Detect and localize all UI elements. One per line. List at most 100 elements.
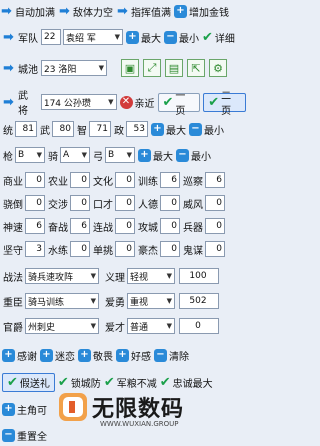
protagonist-button[interactable]: + 主角可 — [2, 402, 47, 417]
skill-field[interactable]: 6 — [25, 218, 45, 234]
page-two-button[interactable]: ✔ 二页 — [203, 91, 246, 117]
stat-politics-field[interactable]: 53 — [126, 121, 148, 137]
aptitude-cavalry-select[interactable]: A ▼ — [60, 147, 90, 163]
skill-field[interactable]: 6 — [70, 218, 90, 234]
lock-defense-button[interactable]: ✔ 锁城防 — [58, 375, 101, 390]
check-icon: ✔ — [208, 94, 220, 110]
chevron-down-icon: ▼ — [108, 98, 114, 106]
food-no-decrease-button[interactable]: ✔ 军粮不减 — [104, 375, 157, 390]
chevron-down-icon: ▼ — [90, 322, 96, 330]
aptitude-bow-select[interactable]: B ▼ — [105, 147, 135, 163]
plus-icon: + — [126, 30, 139, 44]
office-label: 官爵 — [3, 322, 23, 334]
city-row: ➡ 城池 23 洛阳 ▼ ▣ ⤢ ▤ ⇱ ⚙ — [0, 56, 246, 80]
skill-field[interactable]: 6 — [205, 172, 225, 188]
tactic-label: 战法 — [3, 272, 23, 284]
plus-icon: + — [116, 348, 129, 362]
office-select[interactable]: 州刺史 ▼ — [25, 318, 99, 334]
skill-label: 鬼谋 — [183, 245, 203, 257]
army-select[interactable]: 袁绍 军 ▼ — [63, 29, 123, 45]
skill-field[interactable]: 3 — [25, 241, 45, 257]
aptitude-spear-select[interactable]: B ▼ — [15, 147, 45, 163]
skill-field[interactable]: 0 — [160, 195, 180, 211]
tactic-select[interactable]: 骑兵速攻阵 ▼ — [25, 268, 99, 284]
plus-icon: + — [138, 148, 151, 162]
expand-icon[interactable]: ⤢ — [143, 59, 161, 77]
skill-field[interactable]: 0 — [115, 218, 135, 234]
tactic-number-field[interactable]: 100 — [179, 268, 219, 284]
skill-field[interactable]: 0 — [205, 218, 225, 234]
brand-url: WWW.WUXIAN.GROUP — [100, 420, 179, 428]
brand-name: 无限数码 — [92, 397, 185, 422]
skill-field[interactable]: 0 — [205, 241, 225, 257]
skill-field[interactable]: 0 — [25, 172, 45, 188]
page-one-button[interactable]: ✔ 一页 — [157, 91, 201, 117]
skill-field[interactable]: 0 — [160, 241, 180, 257]
general-select[interactable]: 174 公孙瓒 ▼ — [40, 94, 117, 110]
skill-field[interactable]: 0 — [70, 241, 90, 257]
favor-button[interactable]: + 好感 — [116, 348, 151, 363]
reset-all-button[interactable]: − 重置全 — [2, 428, 47, 443]
enemy-stamina-empty-button[interactable]: ➡ 敌体力空 — [58, 4, 113, 19]
fake-gift-button[interactable]: ✔ 假送礼 — [2, 372, 55, 392]
army-id-field[interactable]: 22 — [41, 29, 61, 45]
stat-force-field[interactable]: 80 — [52, 121, 74, 137]
minister-select[interactable]: 骑马训练 ▼ — [25, 293, 99, 309]
plus-icon: + — [151, 122, 164, 136]
tactic-rel-select[interactable]: 轻视 ▼ — [127, 268, 175, 284]
stat-intellect-field[interactable]: 71 — [89, 121, 111, 137]
minister-number-field[interactable]: 502 — [179, 293, 219, 309]
check-icon: ✔ — [103, 374, 115, 390]
arrow-right-icon: ➡ — [3, 94, 14, 110]
check-icon: ✔ — [159, 374, 171, 390]
skill-field[interactable]: 0 — [70, 172, 90, 188]
skill-label: 农业 — [48, 176, 68, 188]
clear-button[interactable]: − 清除 — [154, 348, 189, 363]
skill-label: 口才 — [93, 199, 113, 211]
minister-rel-select[interactable]: 重视 ▼ — [127, 293, 175, 309]
skill-field[interactable]: 0 — [25, 195, 45, 211]
city-select[interactable]: 23 洛阳 ▼ — [41, 60, 107, 76]
army-min-button[interactable]: − 最小 — [164, 30, 199, 45]
loyalty-max-button[interactable]: ✔ 忠诚最大 — [160, 375, 213, 390]
arrow-right-icon: ➡ — [1, 3, 12, 19]
tactic-row: 战法 骑兵速攻阵 ▼ 义理 轻视 ▼ 100 — [0, 265, 246, 287]
stat-command-field[interactable]: 81 — [15, 121, 37, 137]
stats-max-button[interactable]: + 最大 — [151, 122, 186, 137]
thank-button[interactable]: + 感谢 — [2, 348, 37, 363]
rel-label: 义理 — [105, 272, 125, 284]
skill-field[interactable]: 0 — [115, 195, 135, 211]
office-rel-select[interactable]: 普通 ▼ — [127, 318, 175, 334]
aptitude-max-button[interactable]: + 最大 — [138, 148, 173, 163]
skill-label: 水练 — [48, 245, 68, 257]
skill-field[interactable]: 0 — [115, 241, 135, 257]
stats-min-button[interactable]: − 最小 — [189, 122, 224, 137]
chevron-down-icon: ▼ — [90, 272, 96, 280]
gear-icon[interactable]: ⚙ — [209, 59, 227, 77]
army-detail-button[interactable]: ✔ 详细 — [202, 30, 235, 45]
army-max-button[interactable]: + 最大 — [126, 30, 161, 45]
army-label: 军队 — [18, 33, 38, 45]
skill-field[interactable]: 0 — [115, 172, 135, 188]
aptitude-min-button[interactable]: − 最小 — [176, 148, 211, 163]
skill-field[interactable]: 0 — [160, 218, 180, 234]
arrow-right-icon: ➡ — [59, 3, 70, 19]
skill-field[interactable]: 0 — [205, 195, 225, 211]
skill-field[interactable]: 0 — [70, 195, 90, 211]
save-icon[interactable]: ▤ — [165, 59, 183, 77]
refresh-icon[interactable]: ▣ — [121, 59, 139, 77]
office-number-field[interactable]: 0 — [179, 318, 219, 334]
skill-field[interactable]: 6 — [160, 172, 180, 188]
relation-actions-row: + 感谢 + 迷恋 + 敬畏 + 好感 − 清除 — [0, 344, 246, 366]
add-money-button[interactable]: + 增加金钱 — [174, 4, 229, 19]
chevron-down-icon: ▼ — [126, 151, 132, 159]
awe-button[interactable]: + 敬畏 — [78, 348, 113, 363]
near-button[interactable]: ✕ 亲近 — [119, 95, 155, 110]
export-icon[interactable]: ⇱ — [187, 59, 205, 77]
army-row: ➡ 军队 22 袁绍 军 ▼ + 最大 − 最小 ✔ 详细 — [0, 26, 246, 48]
auto-fill-button[interactable]: ➡ 自动加满 — [0, 4, 55, 19]
infatuate-button[interactable]: + 迷恋 — [40, 348, 75, 363]
skill-label: 骁倒 — [3, 199, 23, 211]
command-full-button[interactable]: ➡ 指挥值满 — [116, 4, 171, 19]
check-icon: ✔ — [202, 29, 213, 45]
